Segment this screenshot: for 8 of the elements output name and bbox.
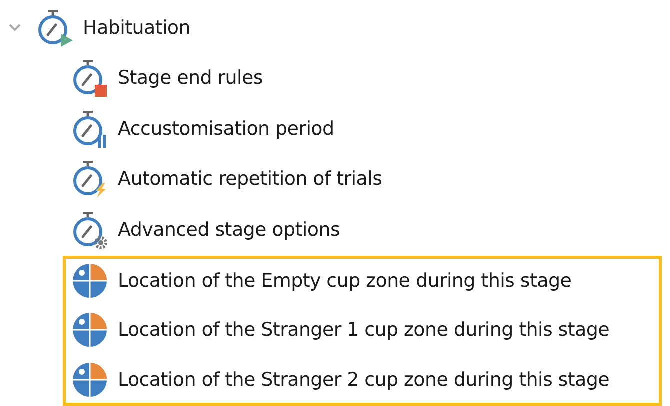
tree-item[interactable]: Location of the Stranger 1 cup zone during this stage	[70, 308, 659, 354]
tree-item[interactable]: Accustomisation period	[70, 106, 670, 152]
tree-item[interactable]: Automatic repetition of trials	[70, 156, 670, 202]
tree-item[interactable]: Location of the Empty cup zone during this stage	[70, 258, 659, 304]
tree-item[interactable]: Stage end rules	[70, 55, 670, 101]
tree-item[interactable]: Location of the Stranger 2 cup zone during this stage	[70, 357, 659, 402]
tree-item[interactable]: Advanced stage options	[70, 206, 670, 252]
tree-item[interactable]: Habituation	[35, 5, 190, 51]
